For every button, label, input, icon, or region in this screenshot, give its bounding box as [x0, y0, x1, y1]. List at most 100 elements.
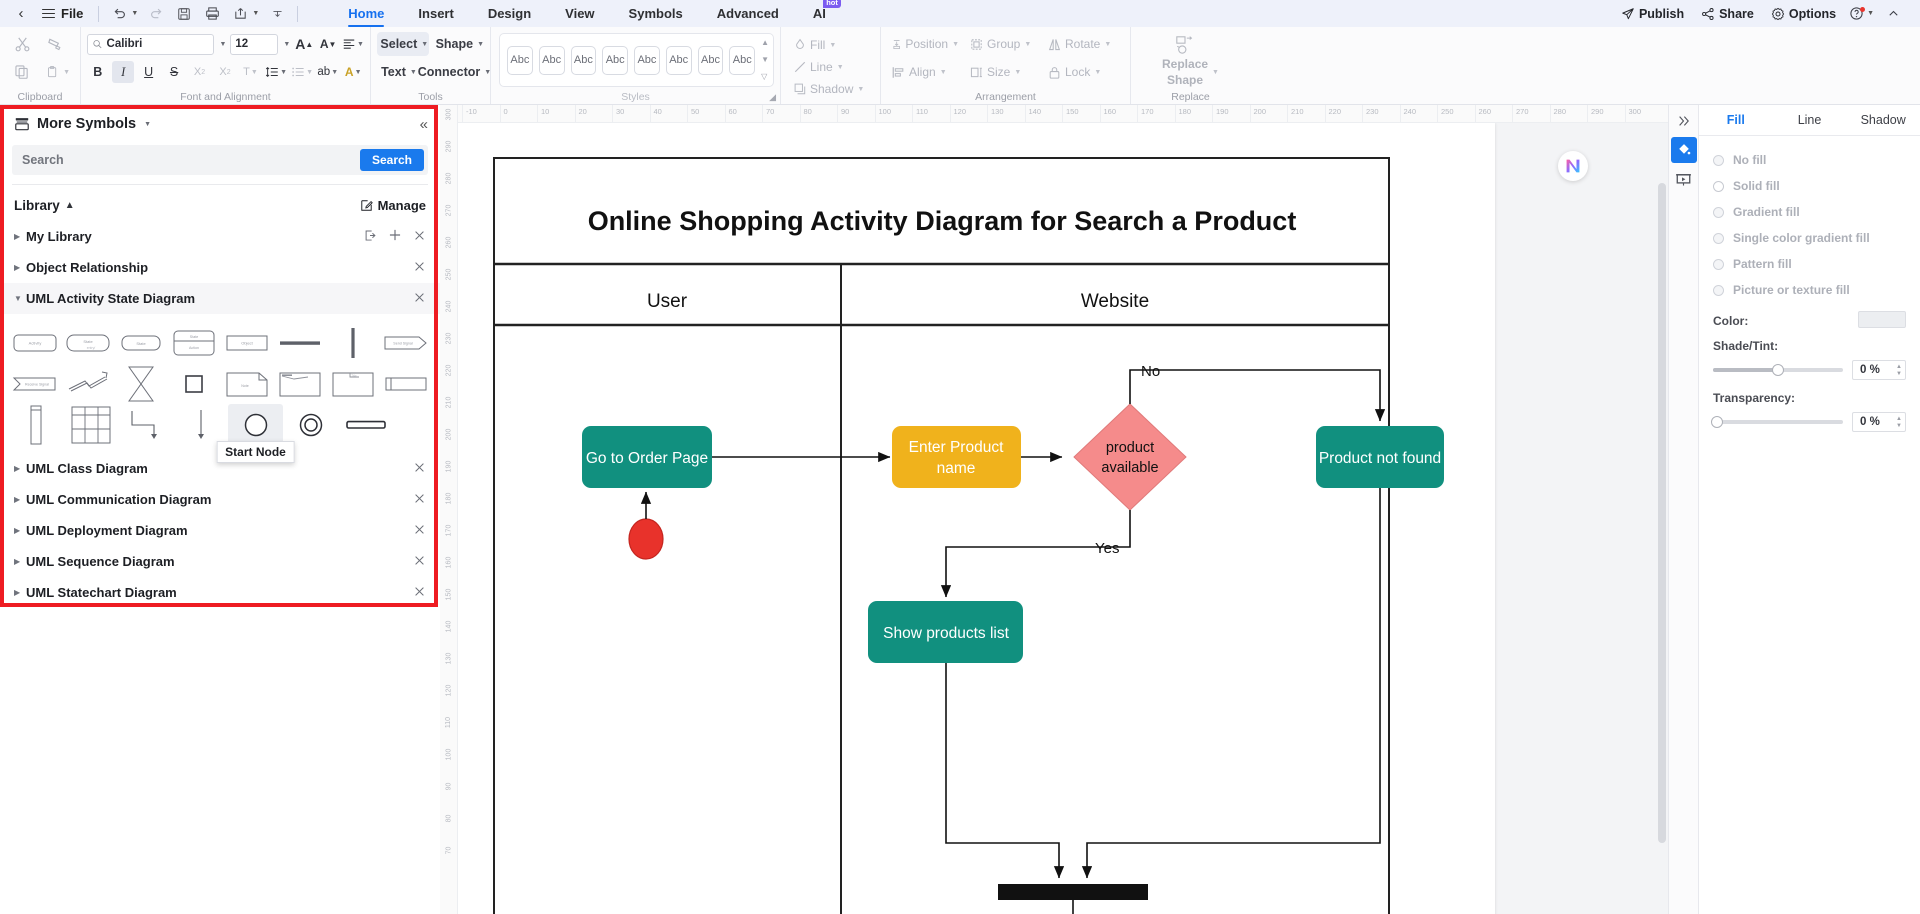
select-tool-button[interactable]: Select ▼ [377, 32, 429, 56]
back-icon[interactable]: ‹ [8, 5, 34, 22]
category-uml-statechart-diagram[interactable]: ▶ UML Statechart Diagram [0, 577, 440, 608]
copy-button[interactable] [10, 60, 34, 84]
shade-tint-numbox[interactable]: 0 % ▲ ▼ [1852, 360, 1906, 380]
symbol-start-node[interactable] [228, 404, 283, 445]
tab-design[interactable]: Design [471, 0, 548, 27]
subscript-button[interactable]: X2 [214, 61, 235, 83]
option-pattern-fill[interactable]: Pattern fill [1713, 251, 1906, 277]
tab-fill[interactable]: Fill [1699, 105, 1773, 135]
symbol-state[interactable]: State [114, 322, 167, 363]
export-dropdown-caret[interactable]: ▼ [252, 10, 259, 17]
bullets-caret[interactable]: ▼ [306, 69, 313, 76]
align-objects-caret[interactable]: ▼ [940, 69, 947, 76]
help-dropdown-caret[interactable]: ▼ [1867, 10, 1874, 17]
paste-button[interactable]: ▼ [42, 60, 74, 84]
vertical-ruler[interactable]: 3002902802702602502402302202102001901801… [440, 105, 458, 914]
file-menu-button[interactable]: File [34, 4, 91, 23]
ai-assistant-button[interactable] [1558, 151, 1588, 181]
shrink-font-button[interactable]: A▼ [318, 33, 338, 55]
paragraph-align-button[interactable]: ▼ [342, 33, 364, 55]
canvas-scroll-area[interactable]: Online Shopping Activity Diagram for Sea… [458, 123, 1668, 914]
symbol-end-node[interactable] [283, 404, 338, 445]
underline-button[interactable]: U [138, 61, 159, 83]
bullets-button[interactable]: ▼ [291, 61, 313, 83]
line-spacing-caret[interactable]: ▼ [280, 69, 287, 76]
color-swatch[interactable] [1858, 311, 1906, 328]
transparency-decrease-icon[interactable]: ▼ [1896, 423, 1902, 429]
font-size-caret[interactable]: ▼ [283, 41, 290, 48]
clear-formatting-button[interactable]: T▼ [240, 61, 261, 83]
rotate-caret[interactable]: ▼ [1104, 41, 1111, 48]
close-category-icon[interactable] [413, 554, 426, 570]
group-caret[interactable]: ▼ [1024, 41, 1031, 48]
symbols-panel-caret[interactable]: ▼ [144, 121, 151, 128]
size-button[interactable]: Size ▼ [965, 60, 1041, 84]
document-page[interactable]: Online Shopping Activity Diagram for Sea… [458, 123, 1495, 914]
line-button[interactable]: Line ▼ [789, 55, 848, 79]
activity-diagram[interactable]: Online Shopping Activity Diagram for Sea… [458, 123, 1495, 914]
symbol-square-node[interactable] [167, 363, 220, 404]
style-chip[interactable]: Abc [729, 46, 755, 75]
radio-single-color-gradient-fill[interactable] [1713, 233, 1724, 244]
replace-shape-caret[interactable]: ▼ [1212, 69, 1219, 76]
manage-button[interactable]: Manage [360, 198, 426, 213]
style-chip[interactable]: Abc [602, 46, 628, 75]
superscript-button[interactable]: X2 [189, 61, 210, 83]
export-icon[interactable] [227, 3, 253, 25]
add-library-icon[interactable] [388, 228, 402, 245]
paste-caret[interactable]: ▼ [63, 69, 70, 76]
shape-caret[interactable]: ▼ [477, 41, 484, 48]
radio-gradient-fill[interactable] [1713, 207, 1724, 218]
symbol-straight-connector[interactable] [173, 404, 228, 445]
text-tool-button[interactable]: Text ▼ [377, 60, 418, 84]
fill-caret[interactable]: ▼ [829, 42, 836, 49]
rotate-button[interactable]: Rotate ▼ [1043, 32, 1119, 56]
symbol-note[interactable]: Note [220, 363, 273, 404]
tab-shadow[interactable]: Shadow [1846, 105, 1920, 135]
undo-dropdown-caret[interactable]: ▼ [131, 10, 138, 17]
share-button[interactable]: Share [1694, 5, 1761, 23]
search-input[interactable] [22, 153, 360, 167]
tab-advanced[interactable]: Advanced [700, 0, 796, 27]
category-my-library[interactable]: ▶ My Library [0, 221, 440, 252]
tab-view[interactable]: View [548, 0, 611, 27]
symbol-object[interactable]: Object [220, 322, 273, 363]
radio-picture-or-texture-fill[interactable] [1713, 285, 1724, 296]
font-size-input-wrap[interactable] [230, 34, 278, 55]
symbol-state-with-action[interactable]: StateAction [167, 322, 220, 363]
text-case-button[interactable]: ab▼ [317, 61, 338, 83]
save-icon[interactable] [171, 3, 197, 25]
close-category-icon[interactable] [413, 492, 426, 508]
symbol-signal-flow[interactable] [61, 363, 114, 404]
more-commands-icon[interactable] [264, 3, 290, 25]
shadow-button[interactable]: Shadow ▼ [789, 77, 868, 101]
transparency-slider-knob[interactable] [1711, 416, 1723, 428]
options-button[interactable]: Options [1764, 5, 1843, 23]
close-category-icon[interactable] [413, 229, 426, 245]
redo-icon[interactable] [143, 3, 169, 25]
line-caret[interactable]: ▼ [837, 64, 844, 71]
text-caret[interactable]: ▼ [410, 69, 417, 76]
close-category-icon[interactable] [413, 291, 426, 307]
style-chip[interactable]: Abc [666, 46, 692, 75]
tab-ai[interactable]: AI hot [796, 0, 843, 27]
option-single-color-gradient-fill[interactable]: Single color gradient fill [1713, 225, 1906, 251]
collapse-ribbon-icon[interactable] [1880, 3, 1906, 25]
grow-font-button[interactable]: A▲ [294, 33, 314, 55]
option-gradient-fill[interactable]: Gradient fill [1713, 199, 1906, 225]
lock-caret[interactable]: ▼ [1094, 69, 1101, 76]
format-painter-button[interactable] [43, 32, 68, 56]
symbol-receive-signal[interactable]: Receive Signal [8, 363, 61, 404]
paint-bucket-icon[interactable] [1671, 137, 1697, 163]
tab-home[interactable]: Home [331, 0, 401, 27]
tab-symbols[interactable]: Symbols [612, 0, 700, 27]
symbol-partition[interactable] [379, 363, 432, 404]
group-button[interactable]: Group ▼ [965, 32, 1041, 56]
import-library-icon[interactable] [364, 229, 377, 245]
tab-insert[interactable]: Insert [401, 0, 470, 27]
tab-line[interactable]: Line [1773, 105, 1847, 135]
style-scroll-up-icon[interactable]: ▲ [761, 38, 769, 48]
transparency-increase-icon[interactable]: ▲ [1896, 416, 1902, 422]
library-collapse-chevron-icon[interactable]: ▲ [65, 200, 75, 211]
canvas-vertical-scrollbar[interactable] [1658, 183, 1666, 843]
